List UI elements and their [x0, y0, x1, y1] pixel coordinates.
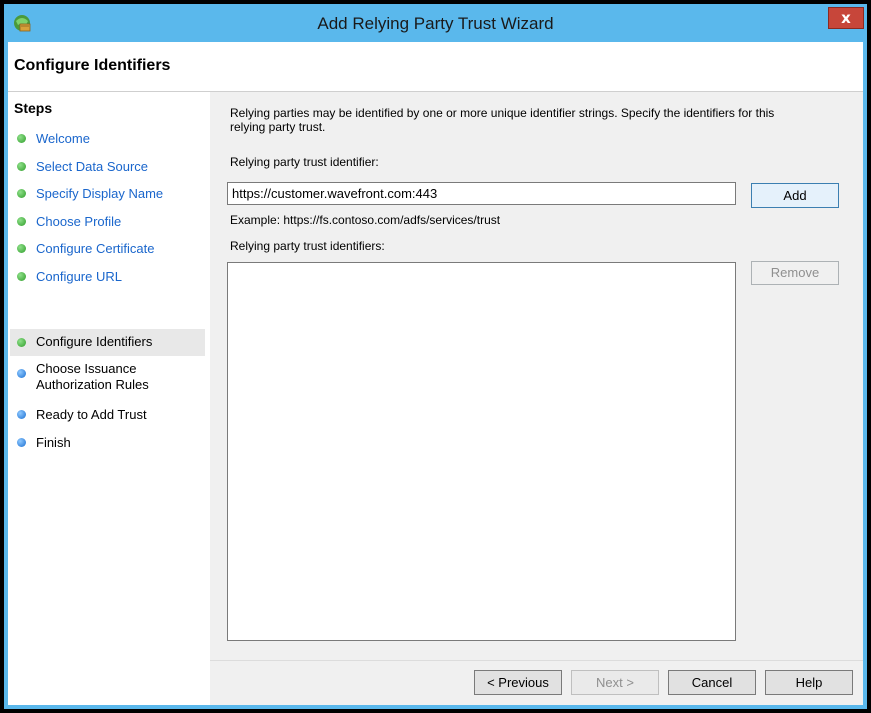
page-title: Configure Identifiers — [14, 57, 171, 74]
step-label: Ready to Add Trust — [36, 407, 147, 422]
step-label: Specify Display Name — [36, 186, 164, 201]
help-button[interactable]: Help — [765, 670, 853, 695]
step-ready-to-add-trust: Ready to Add Trust — [10, 402, 205, 428]
step-complete-icon — [17, 217, 26, 226]
step-complete-icon — [17, 244, 26, 253]
step-configure-identifiers: Configure Identifiers — [10, 329, 205, 356]
previous-button[interactable]: < Previous — [474, 670, 562, 695]
step-label: Finish — [36, 435, 71, 450]
step-welcome[interactable]: Welcome — [10, 126, 205, 152]
step-finish: Finish — [10, 430, 205, 456]
step-label: Choose Issuance — [36, 361, 137, 376]
steps-title: Steps — [14, 100, 53, 116]
step-configure-url[interactable]: Configure URL — [10, 264, 205, 290]
step-label: Configure Identifiers — [36, 334, 153, 349]
step-current-icon — [17, 338, 26, 347]
step-label-line2: Authorization Rules — [36, 377, 149, 392]
step-pending-icon — [17, 438, 26, 447]
step-choose-issuance-authorization-rules: Choose Issuance Authorization Rules — [10, 361, 205, 395]
step-complete-icon — [17, 134, 26, 143]
remove-button[interactable]: Remove — [751, 261, 839, 285]
step-choose-profile[interactable]: Choose Profile — [10, 209, 205, 235]
step-pending-icon — [17, 410, 26, 419]
step-label: Select Data Source — [36, 159, 149, 174]
step-select-data-source[interactable]: Select Data Source — [10, 154, 205, 180]
identifier-input[interactable] — [227, 182, 736, 205]
wizard-window: Add Relying Party Trust Wizard x Configu… — [4, 4, 867, 709]
step-pending-icon — [17, 369, 26, 378]
description: Relying parties may be identified by one… — [230, 106, 830, 134]
page-header: Configure Identifiers — [8, 42, 863, 92]
window-title: Add Relying Party Trust Wizard — [317, 14, 554, 33]
cancel-button[interactable]: Cancel — [668, 670, 756, 695]
identifier-example: Example: https://fs.contoso.com/adfs/ser… — [230, 213, 501, 227]
close-button[interactable]: x — [828, 7, 864, 29]
steps-panel: Steps Welcome Select Data Source Specify… — [8, 92, 208, 705]
step-label: Choose Profile — [36, 214, 122, 229]
identifier-label: Relying party trust identifier: — [230, 155, 379, 169]
step-label: Welcome — [36, 131, 90, 146]
step-complete-icon — [17, 162, 26, 171]
step-label: Configure Certificate — [36, 241, 155, 256]
identifiers-list[interactable] — [227, 262, 736, 641]
description-line-2: relying party trust. — [230, 120, 326, 134]
client-area: Configure Identifiers Steps Welcome Sele… — [8, 42, 863, 705]
next-button[interactable]: Next > — [571, 670, 659, 695]
main-panel: Relying parties may be identified by one… — [210, 92, 863, 705]
step-label: Configure URL — [36, 269, 122, 284]
description-line-1: Relying parties may be identified by one… — [230, 106, 775, 120]
step-specify-display-name[interactable]: Specify Display Name — [10, 181, 205, 207]
step-complete-icon — [17, 189, 26, 198]
step-configure-certificate[interactable]: Configure Certificate — [10, 236, 205, 262]
title-bar[interactable]: Add Relying Party Trust Wizard x — [4, 4, 867, 42]
step-complete-icon — [17, 272, 26, 281]
screen-frame: Add Relying Party Trust Wizard x Configu… — [0, 0, 871, 713]
identifiers-list-label: Relying party trust identifiers: — [230, 239, 385, 253]
footer-divider — [210, 660, 863, 661]
add-button[interactable]: Add — [751, 183, 839, 208]
